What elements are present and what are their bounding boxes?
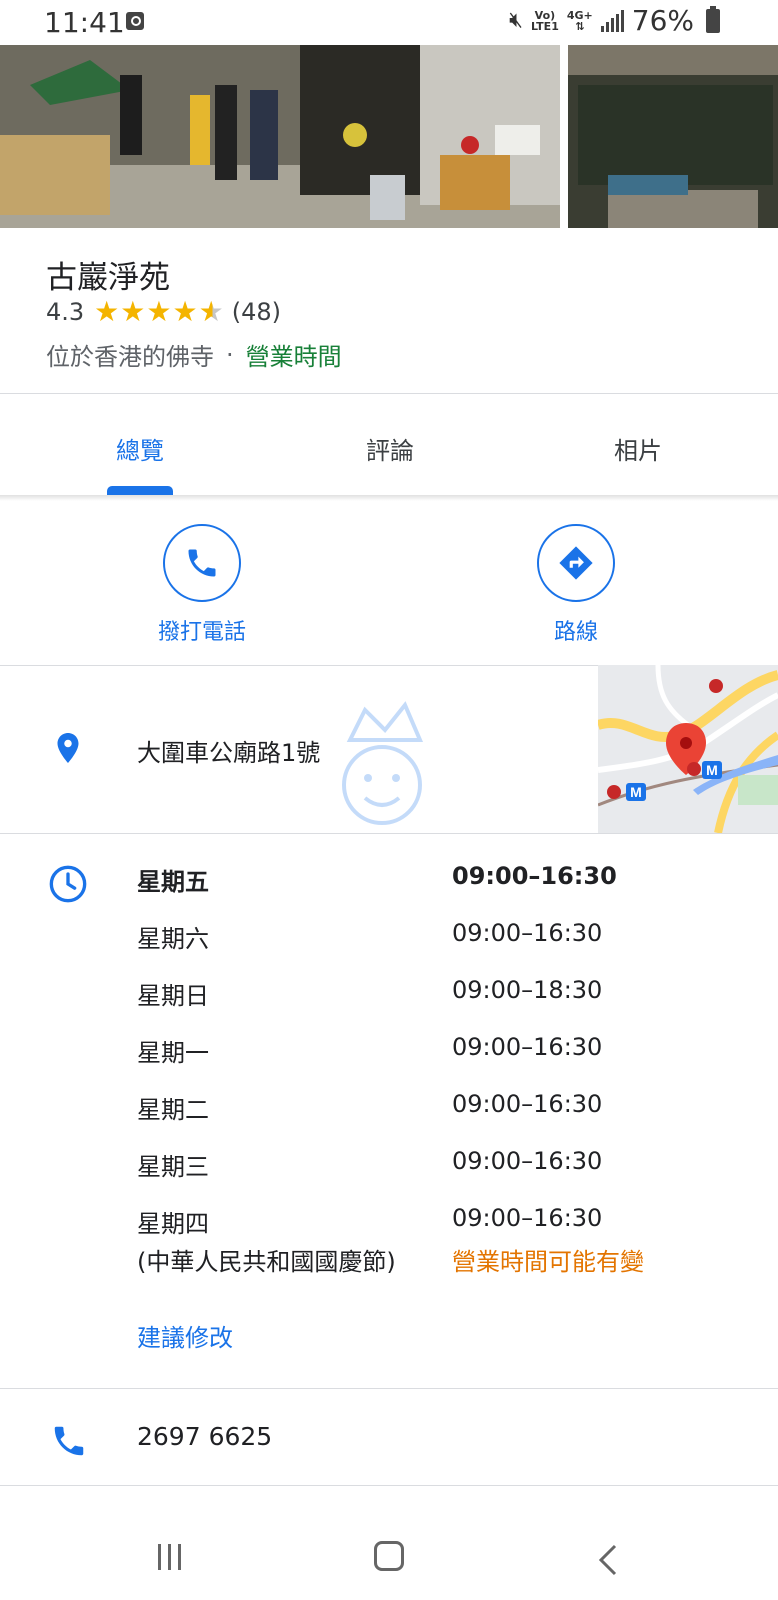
divider (0, 1388, 778, 1389)
svg-text:M: M (706, 762, 718, 778)
rating-row[interactable]: 4.3 ★ ★ ★ ★ ★ (48) (46, 298, 281, 327)
time-range: 09:00–16:30 (452, 1033, 603, 1061)
system-nav-bar (0, 1500, 778, 1600)
phone-number[interactable]: 2697 6625 (137, 1422, 272, 1451)
time-range: 09:00–18:30 (452, 976, 603, 1004)
call-button[interactable]: 撥打電話 (102, 524, 302, 646)
time-range: 09:00–16:30 (452, 919, 603, 947)
data-arrows-icon: ⇅ (575, 19, 585, 33)
hours-row: 星期日 09:00–18:30 (137, 976, 737, 1033)
lte-label: LTE1 (530, 19, 559, 33)
tab-photos[interactable]: 相片 (538, 431, 738, 466)
map-thumbnail[interactable]: M M (598, 665, 778, 833)
hours-row: 星期三 09:00–16:30 (137, 1147, 737, 1204)
call-button-label: 撥打電話 (157, 620, 246, 645)
star-icon: ★ (94, 295, 120, 328)
data-indicator: 4G+ ⇅ (567, 10, 593, 32)
directions-icon (559, 546, 593, 580)
place-photo[interactable] (568, 45, 778, 228)
phone-icon (188, 549, 216, 577)
signal-icon (600, 9, 624, 32)
day-label: 星期一 (137, 1039, 209, 1067)
address-text[interactable]: 大圍車公廟路1號 (137, 733, 320, 768)
holiday-note: (中華人民共和國國慶節) (137, 1248, 396, 1276)
volte-label: Vo) (534, 8, 556, 22)
back-icon[interactable] (597, 1544, 619, 1576)
active-tab-indicator (107, 486, 173, 495)
status-indicators: 🔇︎ Vo) LTE1 4G+ ⇅ 76% (509, 4, 720, 37)
volte-indicator: Vo) LTE1 (531, 10, 559, 32)
time-range: 09:00–16:30 (452, 1204, 603, 1232)
watermark-logo (342, 701, 424, 825)
status-time: 11:41 (44, 6, 125, 39)
time-range: 09:00–16:30 (452, 862, 617, 890)
hours-row: 星期一 09:00–16:30 (137, 1033, 737, 1090)
clock-icon (49, 865, 87, 903)
time-range: 09:00–16:30 (452, 1090, 603, 1118)
place-subtitle: 位於香港的佛寺 · 營業時間 (46, 337, 342, 372)
tab-reviews[interactable]: 評論 (290, 431, 490, 466)
hours-row: 星期二 09:00–16:30 (137, 1090, 737, 1147)
day-label: 星期二 (137, 1096, 209, 1124)
tab-overview[interactable]: 總覽 (40, 431, 240, 466)
hours-row: 星期六 09:00–16:30 (137, 919, 737, 976)
location-pin-icon (57, 733, 79, 763)
mute-icon: 🔇︎ (509, 8, 523, 33)
data-label: 4G+ (566, 8, 593, 22)
divider (0, 1485, 778, 1486)
status-bar: 11:41 🔇︎ Vo) LTE1 4G+ ⇅ 76% (0, 0, 778, 45)
call-button-circle[interactable] (163, 524, 241, 602)
separator-dot: · (226, 340, 234, 369)
star-rating: ★ ★ ★ ★ ★ (94, 298, 224, 326)
day-label: 星期六 (137, 925, 209, 953)
home-icon[interactable] (374, 1541, 404, 1571)
day-label: 星期五 (137, 868, 209, 896)
rating-value: 4.3 (46, 298, 85, 326)
divider (0, 393, 778, 394)
directions-button-circle[interactable] (537, 524, 615, 602)
time-range: 09:00–16:30 (452, 1147, 603, 1175)
battery-icon (706, 5, 720, 33)
phone-icon (54, 1426, 84, 1456)
photo-strip[interactable] (0, 45, 778, 228)
alarm-icon (126, 12, 144, 30)
star-icon: ★ (172, 295, 198, 328)
hours-row: 星期五 09:00–16:30 (137, 862, 737, 919)
suggest-edit-link[interactable]: 建議修改 (137, 1318, 233, 1353)
hours-may-differ-warning: 營業時間可能有變 (452, 1248, 644, 1276)
review-count: (48) (231, 298, 281, 326)
svg-text:M: M (630, 784, 642, 800)
battery-percent: 76% (631, 4, 694, 37)
place-title: 古巖淨苑 (46, 260, 170, 296)
directions-button-label: 路線 (553, 620, 598, 645)
opening-hours[interactable]: 星期五 09:00–16:30 星期六 09:00–16:30 星期日 09:0… (137, 862, 737, 1261)
star-icon: ★ (120, 295, 146, 328)
star-icon: ★ (146, 295, 172, 328)
hours-status-link[interactable]: 營業時間 (246, 337, 342, 372)
place-photo[interactable] (0, 45, 560, 228)
directions-button[interactable]: 路線 (476, 524, 676, 646)
half-star-icon: ★ (198, 295, 224, 328)
day-label: 星期三 (137, 1153, 209, 1181)
tab-bar: 總覽 評論 相片 (0, 403, 778, 495)
place-category: 位於香港的佛寺 (46, 343, 214, 371)
recent-apps-icon[interactable] (158, 1544, 181, 1570)
day-label: 星期日 (137, 982, 209, 1010)
tab-shadow (0, 495, 778, 501)
day-label: 星期四 (137, 1210, 209, 1238)
